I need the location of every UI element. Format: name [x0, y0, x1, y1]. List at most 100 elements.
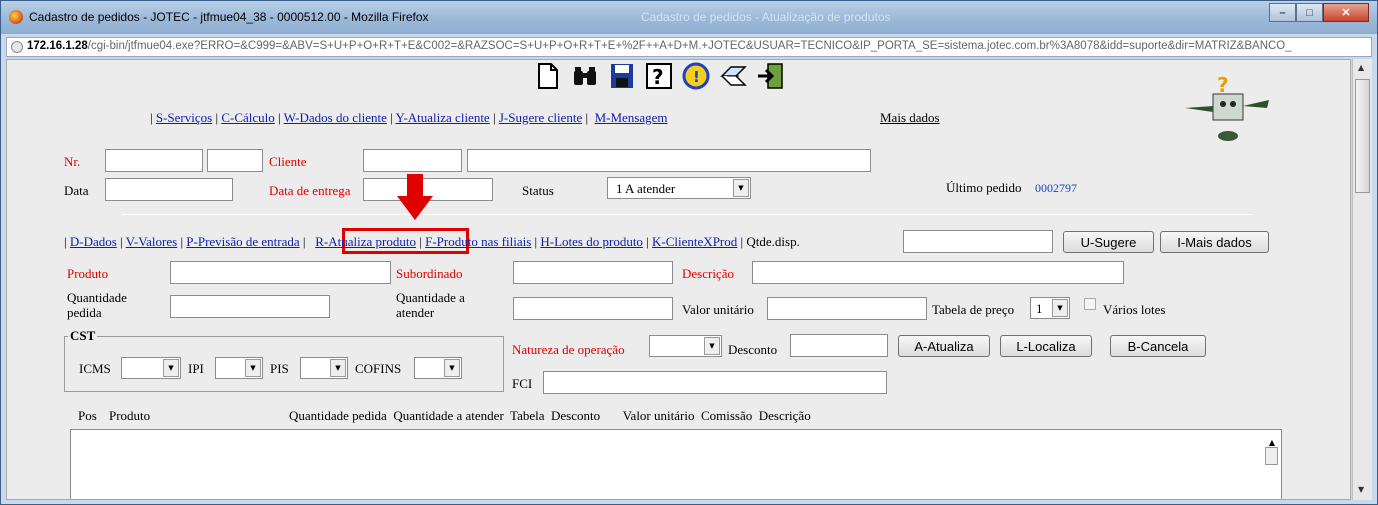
items-list[interactable]: ▲ — [70, 429, 1282, 499]
url-bar[interactable]: 172.16.1.28/cgi-bin/jtfmue04.exe?ERRO=&C… — [6, 37, 1372, 57]
svg-text:?: ? — [652, 65, 664, 89]
nr-field[interactable] — [105, 149, 203, 172]
svg-text:!: ! — [693, 68, 700, 86]
assistant-robot-icon: ? — [1183, 70, 1273, 153]
cliente-code-field[interactable] — [363, 149, 462, 172]
list-scrollbar[interactable]: ▲ — [1265, 438, 1279, 498]
cancela-button[interactable]: B-Cancela — [1110, 335, 1206, 357]
link-lotes-produto[interactable]: H-Lotes do produto — [540, 234, 643, 249]
page-scroll-thumb[interactable] — [1355, 79, 1370, 193]
binoculars-search-icon[interactable] — [571, 62, 599, 90]
icms-select[interactable]: ▼ — [121, 357, 181, 379]
firefox-icon — [9, 10, 23, 24]
cofins-select[interactable]: ▼ — [414, 357, 462, 379]
descricao-field[interactable] — [752, 261, 1124, 284]
link-previsao-entrada[interactable]: P-Previsão de entrada — [186, 234, 299, 249]
cst-legend: CST — [68, 328, 98, 344]
page-content: ? ! | S-Serviços | C-Cálculo | W-Dados d… — [6, 59, 1351, 500]
link-atualiza-produto[interactable]: R-Atualiza produto — [315, 234, 416, 249]
data-field[interactable] — [105, 178, 233, 201]
new-document-icon[interactable] — [534, 62, 562, 90]
close-button[interactable]: ✕ — [1323, 3, 1369, 22]
chevron-down-icon: ▼ — [163, 359, 179, 377]
link-d-dados[interactable]: D-Dados — [70, 234, 117, 249]
link-separator: | — [150, 110, 153, 125]
ultimo-pedido-label: Último pedido — [946, 180, 1022, 195]
qtd-pedida-label-1: Quantidade — [67, 290, 127, 305]
status-value: 1 A atender — [616, 181, 676, 196]
notes-icon[interactable] — [719, 62, 747, 90]
scroll-down-icon[interactable]: ▼ — [1358, 485, 1364, 494]
mais-dados-button[interactable]: I-Mais dados — [1160, 231, 1269, 253]
save-disk-icon[interactable] — [608, 62, 636, 90]
nr-suffix-field[interactable] — [207, 149, 263, 172]
atualiza-button[interactable]: A-Atualiza — [898, 335, 990, 357]
localiza-button[interactable]: L-Localiza — [1000, 335, 1092, 357]
scroll-thumb[interactable] — [1265, 447, 1278, 465]
qtd-atender-label: Quantidade a atender — [396, 290, 465, 320]
maximize-button[interactable]: □ — [1296, 3, 1323, 22]
subordinado-field[interactable] — [513, 261, 673, 284]
link-produto-filiais[interactable]: F-Produto nas filiais — [425, 234, 531, 249]
natureza-select[interactable]: ▼ — [649, 335, 722, 357]
desconto-label: Desconto — [728, 342, 778, 357]
qtde-disp-field[interactable] — [903, 230, 1053, 253]
varios-lotes-checkbox[interactable] — [1084, 298, 1096, 310]
natureza-label: Natureza de operação — [512, 342, 625, 357]
svg-text:?: ? — [1217, 73, 1229, 97]
ipi-select[interactable]: ▼ — [215, 357, 263, 379]
cliente-name-field[interactable] — [467, 149, 871, 172]
url-path: /cgi-bin/jtfmue04.exe?ERRO=&C999=&ABV=S+… — [87, 40, 1292, 52]
globe-icon — [11, 41, 23, 53]
qtd-atender-label-2: atender — [396, 305, 435, 320]
chevron-down-icon: ▼ — [1052, 299, 1068, 317]
varios-lotes-label: Vários lotes — [1103, 302, 1166, 317]
status-label: Status — [522, 183, 554, 198]
link-sugere-cliente[interactable]: J-Sugere cliente — [499, 110, 582, 125]
tabela-preco-label: Tabela de preço — [932, 302, 1015, 317]
item-links: | D-Dados | V-Valores | P-Previsão de en… — [64, 234, 800, 249]
fci-label: FCI — [512, 376, 533, 391]
chevron-down-icon: ▼ — [330, 359, 346, 377]
link-servicos[interactable]: S-Serviços — [156, 110, 212, 125]
chevron-down-icon: ▼ — [444, 359, 460, 377]
tabela-preco-value: 1 — [1036, 301, 1043, 316]
info-icon[interactable]: ! — [682, 62, 710, 90]
produto-field[interactable] — [170, 261, 391, 284]
help-icon[interactable]: ? — [645, 62, 673, 90]
window-title: Cadastro de pedidos - JOTEC - jtfmue04_3… — [29, 10, 429, 24]
cofins-label: COFINS — [355, 361, 402, 376]
link-dados-cliente[interactable]: W-Dados do cliente — [284, 110, 387, 125]
fci-field[interactable] — [543, 371, 887, 394]
pos-header: Pos — [78, 408, 97, 423]
red-arrow-icon — [397, 174, 433, 220]
icms-label: ICMS — [79, 361, 111, 376]
scroll-up-icon[interactable]: ▲ — [1265, 438, 1279, 447]
qtd-pedida-field[interactable] — [170, 295, 330, 318]
pis-select[interactable]: ▼ — [300, 357, 348, 379]
link-atualiza-cliente[interactable]: Y-Atualiza cliente — [396, 110, 490, 125]
exit-door-icon[interactable] — [756, 62, 784, 90]
valor-unitario-field[interactable] — [767, 297, 927, 320]
faded-title: Cadastro de pedidos - Atualização de pro… — [641, 10, 891, 24]
link-mais-dados-top[interactable]: Mais dados — [880, 110, 940, 126]
minimize-button[interactable]: – — [1269, 3, 1296, 22]
pis-label: PIS — [270, 361, 289, 376]
link-v-valores[interactable]: V-Valores — [126, 234, 178, 249]
page-scrollbar[interactable]: ▲ ▼ — [1352, 59, 1372, 500]
sugere-button[interactable]: U-Sugere — [1063, 231, 1154, 253]
tabela-preco-select[interactable]: 1 ▼ — [1030, 297, 1070, 319]
link-mensagem[interactable]: M-Mensagem — [595, 110, 668, 125]
data-label: Data — [64, 183, 89, 198]
link-cliente-x-prod[interactable]: K-ClienteXProd — [652, 234, 737, 249]
cliente-label: Cliente — [269, 154, 307, 169]
qtd-atender-field[interactable] — [513, 297, 673, 320]
status-select[interactable]: 1 A atender ▼ — [607, 177, 751, 199]
desconto-field[interactable] — [790, 334, 888, 357]
chevron-down-icon: ▼ — [704, 337, 720, 355]
nr-label: Nr. — [64, 154, 81, 169]
scroll-up-icon[interactable]: ▲ — [1358, 63, 1364, 72]
url-host: 172.16.1.28 — [27, 40, 88, 52]
link-calculo[interactable]: C-Cálculo — [221, 110, 274, 125]
top-links: | S-Serviços | C-Cálculo | W-Dados do cl… — [150, 110, 668, 125]
